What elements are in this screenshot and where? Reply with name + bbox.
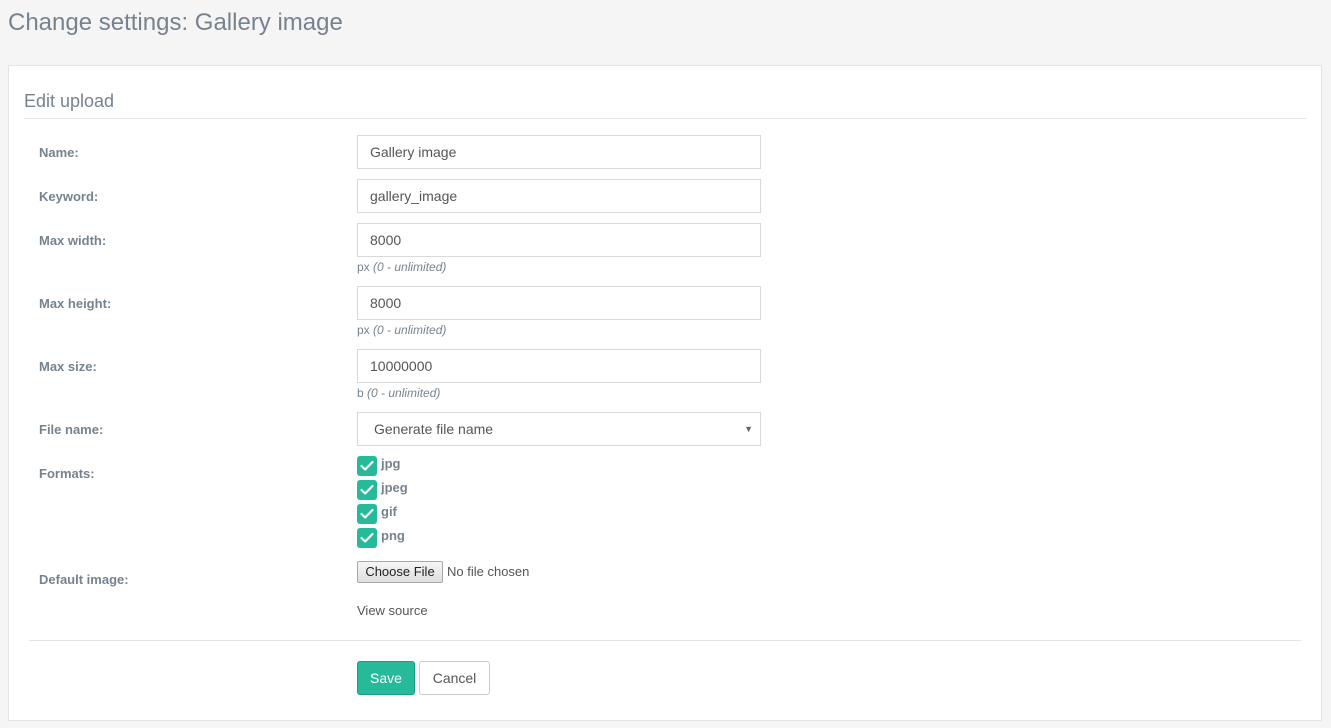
check-icon [360,508,374,519]
max-size-input[interactable] [357,349,761,383]
file-name-label: File name: [39,422,104,437]
check-icon [360,532,374,543]
cancel-button[interactable]: Cancel [419,661,490,695]
file-name-select[interactable]: Generate file name ▼ [357,412,761,446]
file-status-text: No file chosen [447,564,530,579]
name-input[interactable] [357,135,761,169]
form-legend: Edit upload [24,90,1306,119]
name-label: Name: [39,145,79,160]
page-title: Change settings: Gallery image [8,9,343,36]
max-height-hint: px (0 - unlimited) [357,323,446,337]
max-width-hint: px (0 - unlimited) [357,260,446,274]
edit-upload-panel: Edit upload Name: Keyword: Max width: px… [8,65,1322,721]
max-height-unit: px [357,323,370,337]
file-name-selected-value: Generate file name [374,421,494,437]
jpeg-checkbox[interactable] [357,480,377,500]
default-image-label: Default image: [39,572,129,587]
form-divider [29,640,1301,641]
max-height-input[interactable] [357,286,761,320]
check-icon [360,460,374,471]
jpg-label: jpg [381,456,401,471]
check-icon [360,484,374,495]
max-size-unit: b [357,386,364,400]
max-size-unlimited-note: (0 - unlimited) [367,386,441,400]
jpeg-label: jpeg [381,480,408,495]
max-height-label: Max height: [39,296,112,311]
max-width-unlimited-note: (0 - unlimited) [373,260,447,274]
png-checkbox[interactable] [357,528,377,548]
chevron-down-icon: ▼ [744,424,753,434]
jpg-checkbox[interactable] [357,456,377,476]
max-size-label: Max size: [39,359,97,374]
max-height-unlimited-note: (0 - unlimited) [373,323,447,337]
gif-label: gif [381,504,397,519]
max-width-input[interactable] [357,223,761,257]
formats-label: Formats: [39,466,95,481]
save-button[interactable]: Save [357,661,415,695]
max-width-label: Max width: [39,233,107,248]
view-source-link[interactable]: View source [357,603,428,618]
gif-checkbox[interactable] [357,504,377,524]
max-size-hint: b (0 - unlimited) [357,386,440,400]
png-label: png [381,528,405,543]
keyword-label: Keyword: [39,189,99,204]
max-width-unit: px [357,260,370,274]
keyword-input[interactable] [357,179,761,213]
choose-file-button[interactable]: Choose File [357,561,443,583]
